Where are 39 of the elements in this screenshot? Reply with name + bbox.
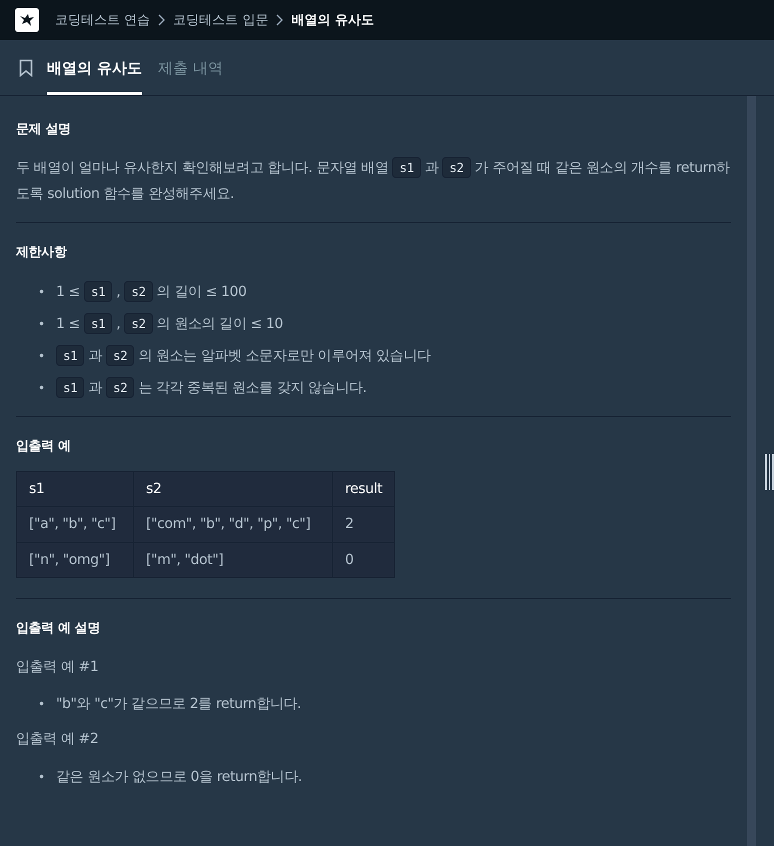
list-item: 같은 원소가 없으므로 0을 return합니다.: [56, 768, 302, 787]
table-cell: ["n", "omg"]: [16, 542, 134, 578]
bullet: •: [38, 768, 46, 786]
list-item: "b"와 "c"가 같으므로 2를 return합니다.: [56, 695, 302, 714]
paragraph: 입출력 예 #1: [16, 658, 100, 676]
tab[interactable]: 배열의 유사도: [47, 40, 142, 95]
tab[interactable]: 제출 내역: [158, 40, 224, 95]
paragraph: 두 배열이 얼마나 유사한지 확인해보려고 합니다. 문자열 배열 s1 과 s2 가 주어질 때 같은 원소의 개수를 return하도록 solution 함수를 완성해주세요.: [16, 154, 731, 208]
chevron-icon: [158, 14, 166, 26]
column-header: s1: [16, 472, 134, 507]
bullet: •: [38, 696, 46, 714]
list-item: 1 ≤ s1 , s2 의 길이 ≤ 100: [56, 278, 246, 306]
bullet: •: [38, 380, 46, 397]
chevron-icon: [276, 14, 284, 26]
logo-icon[interactable]: [15, 8, 39, 32]
bullet: •: [38, 348, 46, 365]
bookmark-icon[interactable]: [19, 58, 33, 76]
section-title: 제한사항: [16, 244, 68, 262]
breadcrumb-link[interactable]: 코딩테스트 연습: [55, 11, 150, 29]
table-cell: 0: [332, 542, 395, 578]
table-cell: ["a", "b", "c"]: [16, 506, 134, 542]
column-header: s2: [134, 472, 332, 507]
section-title: 입출력 예: [16, 438, 72, 456]
breadcrumb-link[interactable]: 코딩테스트 입문: [173, 11, 268, 29]
table-cell: ["m", "dot"]: [134, 542, 332, 578]
section-title: 문제 설명: [16, 121, 72, 139]
table-cell: ["com", "b", "d", "p", "c"]: [134, 506, 332, 542]
list-item: s1 과 s2 의 원소는 알파벳 소문자로만 이루어져 있습니다: [56, 342, 431, 370]
bullet: •: [38, 316, 46, 333]
table-cell: 2: [332, 506, 395, 542]
scrollbar[interactable]: [747, 96, 756, 846]
column-header: result: [332, 472, 395, 507]
resize-handle-icon[interactable]: [765, 454, 774, 490]
bullet: •: [38, 284, 46, 301]
paragraph: 입출력 예 #2: [16, 730, 100, 750]
list-item: s1 과 s2 는 각각 중복된 원소를 갖지 않습니다.: [56, 374, 367, 402]
section-title: 입출력 예 설명: [16, 620, 101, 638]
breadcrumb-link[interactable]: 배열의 유사도: [291, 11, 374, 29]
list-item: 1 ≤ s1 , s2 의 원소의 길이 ≤ 10: [56, 310, 283, 338]
